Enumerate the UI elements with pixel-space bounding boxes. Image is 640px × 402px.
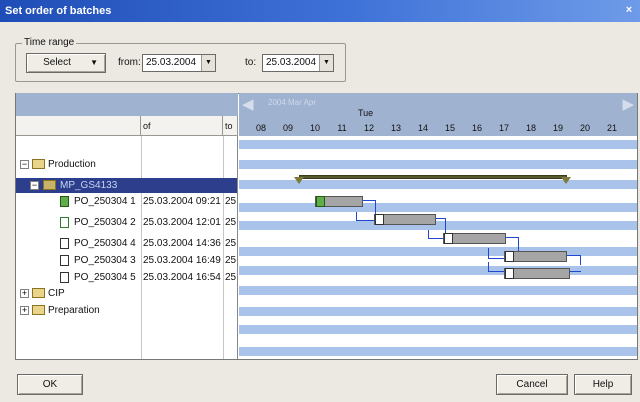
column-header-of[interactable]: of xyxy=(141,116,223,136)
row-end: 25 xyxy=(225,217,237,228)
row-name: MP_GS4133 xyxy=(60,180,118,191)
recipe-summary-bar[interactable] xyxy=(299,175,567,179)
hour-tick-label: 14 xyxy=(417,123,428,133)
batch-running-icon xyxy=(60,196,69,207)
hour-tick-label: 08 xyxy=(255,123,266,133)
time-range-label: Time range xyxy=(22,37,77,48)
timeline-day-label: Tue xyxy=(358,108,374,118)
scroll-right-icon[interactable]: ▶ xyxy=(622,95,634,113)
batch-tree: − Production − MP_GS4133 PO_250304 1 25.… xyxy=(16,136,238,359)
row-start: 25.03.2004 14:36 xyxy=(143,238,221,249)
folder-icon xyxy=(32,159,45,169)
from-label: from: xyxy=(118,57,141,68)
hour-tick-label: 21 xyxy=(606,123,617,133)
hour-tick-label: 19 xyxy=(552,123,563,133)
row-name: CIP xyxy=(48,288,65,299)
select-button-label: Select xyxy=(43,57,71,68)
from-date-field[interactable]: 25.03.2004 ▼ xyxy=(142,54,216,72)
row-start: 25.03.2004 16:54 xyxy=(143,272,221,283)
batch-running-icon xyxy=(316,196,325,207)
expand-icon[interactable]: + xyxy=(20,306,29,315)
to-date-field[interactable]: 25.03.2004 ▼ xyxy=(262,54,334,72)
from-date-value: 25.03.2004 xyxy=(146,57,197,68)
tree-row-cip[interactable]: + CIP xyxy=(16,286,237,301)
timeline-stripe xyxy=(239,325,637,334)
title-bar: Set order of batches × xyxy=(0,0,640,22)
hour-tick-label: 10 xyxy=(309,123,320,133)
column-header-to[interactable]: to xyxy=(223,116,238,136)
collapse-icon[interactable]: − xyxy=(20,160,29,169)
timeline-date-banner: 2004 Mar Apr xyxy=(268,98,317,107)
row-end: 25 xyxy=(225,255,237,266)
window-title: Set order of batches xyxy=(5,5,112,17)
folder-icon xyxy=(32,305,45,315)
hour-tick-label: 16 xyxy=(471,123,482,133)
set-order-dialog: Set order of batches × Time range Select… xyxy=(0,0,640,402)
row-end: 25 xyxy=(225,238,237,249)
summary-end-marker xyxy=(561,177,571,184)
row-end: 25 xyxy=(225,272,237,283)
column-header-name[interactable] xyxy=(16,116,141,136)
row-name: Production xyxy=(48,159,96,170)
timeline-stripe xyxy=(239,140,637,149)
row-start: 25.03.2004 16:49 xyxy=(143,255,221,266)
row-name: Preparation xyxy=(48,305,100,316)
row-name: PO_250304 5 xyxy=(74,272,136,283)
batch-icon xyxy=(60,217,69,228)
hour-tick-label: 15 xyxy=(444,123,455,133)
timeline-stripe xyxy=(239,347,637,356)
batch-icon xyxy=(60,238,69,249)
tree-row-mp-gs4133[interactable]: − MP_GS4133 xyxy=(16,178,237,193)
tree-row-production[interactable]: − Production xyxy=(16,157,237,172)
summary-start-marker xyxy=(294,177,304,184)
batch-icon xyxy=(444,233,453,244)
row-end: 25 xyxy=(225,196,237,207)
help-button[interactable]: Help xyxy=(574,374,632,395)
close-icon[interactable]: × xyxy=(622,3,636,17)
tree-row-po-2[interactable]: PO_250304 2 25.03.2004 12:01 25 xyxy=(16,215,237,230)
grid-header-area: of to xyxy=(16,93,238,136)
cancel-button[interactable]: Cancel xyxy=(496,374,568,395)
hour-tick-label: 20 xyxy=(579,123,590,133)
select-button[interactable]: Select ▼ xyxy=(26,53,106,73)
scroll-left-icon[interactable]: ◀ xyxy=(242,95,254,113)
row-name: PO_250304 4 xyxy=(74,238,136,249)
row-name: PO_250304 1 xyxy=(74,196,136,207)
tree-row-po-1[interactable]: PO_250304 1 25.03.2004 09:21 25 xyxy=(16,194,237,209)
tree-row-po-4[interactable]: PO_250304 4 25.03.2004 14:36 25 xyxy=(16,236,237,251)
hour-tick-label: 13 xyxy=(390,123,401,133)
hour-tick-label: 09 xyxy=(282,123,293,133)
tree-row-po-3[interactable]: PO_250304 3 25.03.2004 16:49 25 xyxy=(16,253,237,268)
batch-icon xyxy=(505,268,514,279)
row-start: 25.03.2004 12:01 xyxy=(143,217,221,228)
hour-tick-label: 12 xyxy=(363,123,374,133)
hour-tick-label: 11 xyxy=(337,123,347,133)
hour-tick-label: 18 xyxy=(525,123,536,133)
batch-icon xyxy=(375,214,384,225)
to-date-dropdown-icon[interactable]: ▼ xyxy=(319,55,333,71)
timeline-stripe xyxy=(239,307,637,316)
collapse-icon[interactable]: − xyxy=(30,181,39,190)
timeline-stripe xyxy=(239,160,637,169)
row-name: PO_250304 3 xyxy=(74,255,136,266)
timeline-stripe xyxy=(239,203,637,212)
chevron-down-icon: ▼ xyxy=(90,58,98,67)
folder-icon xyxy=(32,288,45,298)
batch-icon xyxy=(60,272,69,283)
tree-row-po-5[interactable]: PO_250304 5 25.03.2004 16:54 25 xyxy=(16,270,237,285)
expand-icon[interactable]: + xyxy=(20,289,29,298)
row-start: 25.03.2004 09:21 xyxy=(143,196,221,207)
timeline-stripe xyxy=(239,286,637,295)
hour-tick-label: 17 xyxy=(498,123,509,133)
from-date-dropdown-icon[interactable]: ▼ xyxy=(201,55,215,71)
row-name: PO_250304 2 xyxy=(74,217,136,228)
batch-icon xyxy=(60,255,69,266)
dependency-link xyxy=(356,212,376,221)
tree-row-preparation[interactable]: + Preparation xyxy=(16,303,237,318)
to-date-value: 25.03.2004 xyxy=(266,57,317,68)
ok-button[interactable]: OK xyxy=(17,374,83,395)
to-label: to: xyxy=(245,57,257,68)
recipe-icon xyxy=(43,180,56,190)
batch-icon xyxy=(505,251,514,262)
